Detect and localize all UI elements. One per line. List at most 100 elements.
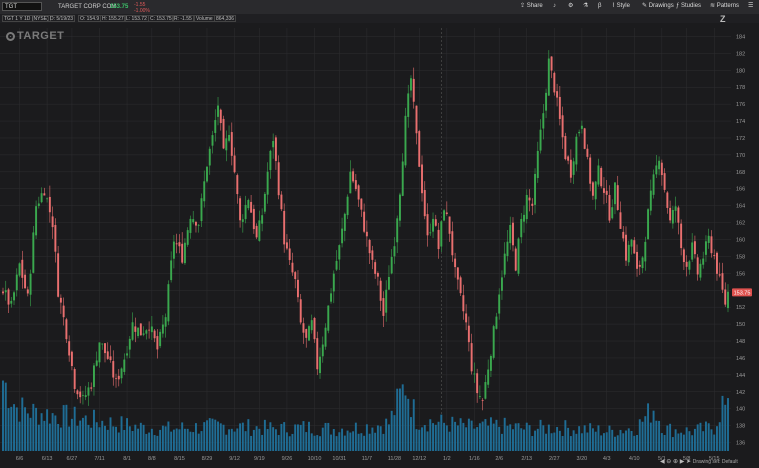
candle-body xyxy=(79,391,82,398)
candle-body xyxy=(583,128,586,149)
candle-body xyxy=(76,390,79,395)
symbol-input[interactable]: TGT xyxy=(2,2,42,11)
bell-icon: ♪ xyxy=(553,3,556,9)
volume-bar xyxy=(368,433,371,451)
candle-body xyxy=(575,136,578,165)
beta-icon: β xyxy=(598,3,602,9)
drawings-button[interactable]: ✎ Drawings xyxy=(642,2,674,11)
style-button[interactable]: ⌇ Style xyxy=(612,2,630,11)
candle-body xyxy=(506,241,509,256)
candle-body xyxy=(327,305,330,331)
candle-body xyxy=(305,329,308,338)
volume-bar xyxy=(244,431,247,451)
candle-body xyxy=(277,162,280,196)
candle-body xyxy=(73,369,76,389)
candle-body xyxy=(354,180,357,190)
candle-body xyxy=(572,161,575,175)
candle-body xyxy=(550,56,553,71)
candle-body xyxy=(547,58,550,96)
volume-bar xyxy=(625,430,627,451)
volume-bar xyxy=(341,428,344,451)
y-tick-label: 162 xyxy=(736,221,745,227)
volume-bar xyxy=(18,421,21,451)
volume-bar xyxy=(658,420,661,451)
candle-body xyxy=(26,289,29,294)
candle-body xyxy=(291,262,294,273)
candle-body xyxy=(316,338,319,370)
candle-body xyxy=(222,118,225,149)
volume-bar xyxy=(688,431,691,451)
y-tick-label: 148 xyxy=(736,339,745,345)
alert-button[interactable]: ♪ xyxy=(553,2,556,11)
volume-bar xyxy=(561,435,564,451)
candle-body xyxy=(437,229,440,250)
y-tick-label: 144 xyxy=(736,373,745,379)
candle-body xyxy=(104,343,106,354)
candle-body xyxy=(528,197,531,201)
last-price-label: 153.75 xyxy=(734,290,751,296)
chart-label[interactable]: TGT 1 Y 1D (NYSE) xyxy=(2,15,51,22)
candle-body xyxy=(462,295,465,312)
drawing-set-label[interactable]: Drawing set: Default xyxy=(693,459,738,465)
volume-bar xyxy=(189,431,192,451)
candle-body xyxy=(415,105,418,134)
y-tick-label: 168 xyxy=(736,170,745,176)
volume-bar xyxy=(704,421,707,451)
candle-body xyxy=(611,207,614,219)
pencil-icon: ✎ xyxy=(642,3,648,9)
zoom-out-icon[interactable]: ⊖ xyxy=(666,459,671,465)
candle-body xyxy=(115,378,117,380)
info-high: H: 155.27 xyxy=(100,15,126,22)
volume-bar xyxy=(487,425,490,451)
flask-button[interactable]: ⚗ xyxy=(583,2,588,11)
volume-bar xyxy=(539,419,542,451)
volume-bar xyxy=(175,428,178,451)
candle-body xyxy=(266,171,269,195)
nav-back-icon[interactable]: ◀ xyxy=(660,459,665,465)
zoom-in-icon[interactable]: ⊕ xyxy=(673,459,678,465)
volume-bar xyxy=(186,428,189,451)
volume-bar xyxy=(109,417,112,451)
candle-body xyxy=(421,164,423,194)
beta-button[interactable]: β xyxy=(598,2,601,11)
volume-bar xyxy=(649,422,652,451)
candle-body xyxy=(605,190,608,195)
candle-body xyxy=(101,343,104,345)
volume-bar xyxy=(390,410,393,451)
nav-forward-icon[interactable]: ▶ xyxy=(680,459,685,465)
volume-bar xyxy=(228,429,231,451)
drawing-tool-z[interactable]: Z xyxy=(720,9,732,24)
price-chart[interactable]: 1361381401421441461481501521541561581601… xyxy=(0,23,759,468)
y-tick-label: 136 xyxy=(736,441,745,447)
candle-body xyxy=(652,174,655,195)
x-tick-label: 2/6 xyxy=(495,456,503,462)
volume-bar xyxy=(462,422,465,451)
candle-body xyxy=(95,360,98,366)
candle-body xyxy=(112,361,115,378)
candle-body xyxy=(352,171,355,182)
studies-button[interactable]: ƒ Studies xyxy=(676,2,701,11)
volume-bar xyxy=(208,418,211,451)
share-button[interactable]: ⇪ Share xyxy=(520,2,543,11)
volume-bar xyxy=(594,431,597,451)
candle-body xyxy=(357,185,360,200)
cursor-icon[interactable]: ➤ xyxy=(686,459,691,465)
volume-bar xyxy=(401,384,404,451)
volume-bar xyxy=(308,421,310,451)
candle-body xyxy=(159,331,162,347)
volume-bar xyxy=(379,426,382,451)
volume-bar xyxy=(167,421,170,451)
candle-body xyxy=(189,218,192,233)
volume-bar xyxy=(104,425,106,451)
menu-button[interactable]: ☰ xyxy=(748,2,753,11)
candle-body xyxy=(649,190,652,211)
candle-body xyxy=(258,220,261,241)
settings-button[interactable]: ⚙ xyxy=(568,2,573,11)
candle-body xyxy=(498,294,501,314)
candle-body xyxy=(619,212,622,229)
candle-body xyxy=(713,255,716,257)
volume-bar xyxy=(724,404,727,451)
candle-body xyxy=(525,194,528,220)
candle-body xyxy=(29,273,32,295)
volume-bar xyxy=(101,420,104,451)
